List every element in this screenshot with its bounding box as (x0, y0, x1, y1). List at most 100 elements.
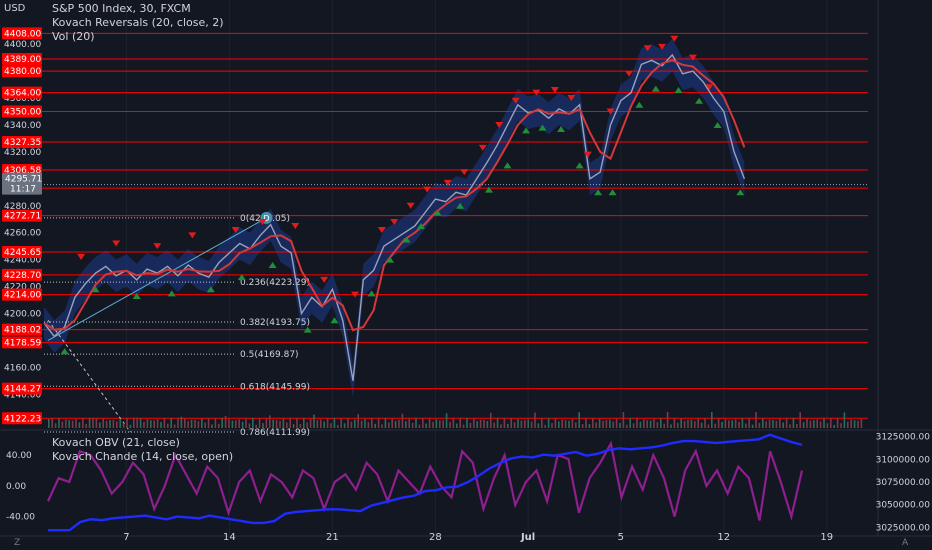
current-price-timer: 11:17 (10, 185, 36, 195)
y-tick-label: 4400.00 (4, 40, 41, 50)
volume-bar (462, 424, 465, 428)
volume-bar (452, 418, 455, 428)
volume-bar (384, 418, 387, 428)
volume-bar (126, 418, 128, 428)
chart-canvas[interactable]: 7142128Jul512194400.004380.004360.004340… (0, 0, 932, 550)
y-tick-label: 4260.00 (4, 229, 41, 239)
volume-bar (408, 418, 410, 428)
volume-bar (272, 419, 274, 428)
auto-scale-button[interactable]: A (902, 538, 909, 548)
volume-bar (541, 418, 543, 428)
volume-bar (493, 422, 495, 428)
volume-bar (255, 424, 257, 428)
volume-bar (823, 418, 825, 428)
volume-bar (612, 421, 614, 428)
volume-bar (71, 420, 74, 428)
volume-bar (813, 420, 815, 428)
indicator-kovach-chande[interactable]: Kovach Chande (14, close, open) (52, 450, 233, 463)
indicator-kovach-reversals[interactable]: Kovach Reversals (20, close, 2) (52, 16, 224, 29)
volume-bar (486, 420, 489, 428)
indicator-kovach-obv[interactable]: Kovach OBV (21, close) (52, 436, 180, 449)
volume-bar (765, 421, 767, 428)
volume-bar (636, 418, 638, 428)
volume-bar (605, 419, 608, 428)
volume-bar (394, 420, 397, 428)
volume-bar (592, 418, 594, 428)
volume-bar (177, 418, 179, 428)
volume-bar (405, 421, 407, 428)
volume-bar (456, 423, 458, 428)
volume-bar (802, 422, 805, 428)
volume-bar (163, 418, 166, 428)
level-label: 4380.00 (4, 67, 41, 77)
volume-bar (418, 424, 421, 428)
volume-bar (129, 424, 132, 428)
fib-trend-line-dashed (47, 319, 131, 433)
volume-bar (119, 418, 121, 428)
volume-bar (544, 424, 546, 428)
volume-bar (792, 418, 795, 428)
volume-bar (65, 419, 67, 428)
zoom-button[interactable]: Z (14, 538, 20, 548)
volume-bar (347, 418, 349, 428)
volume-bar (245, 418, 247, 428)
volume-bar (371, 418, 373, 428)
osc-left-tick-label: -40.00 (6, 513, 35, 523)
volume-bar (116, 421, 118, 428)
reversal-up-arrow-icon (132, 293, 141, 300)
volume-bar (700, 422, 703, 428)
volume-bar (252, 418, 254, 428)
volume-bar (194, 419, 196, 428)
volume-bar (109, 419, 111, 428)
volume-bar (585, 418, 587, 428)
volume-bar (517, 419, 519, 428)
volume-bar (143, 421, 145, 428)
volume-bar (238, 419, 240, 428)
volume-bar (306, 422, 308, 428)
indicator-volume[interactable]: Vol (20) (52, 30, 95, 43)
x-tick-label: 28 (429, 532, 442, 543)
volume-bar (483, 419, 485, 428)
volume-bar (197, 421, 200, 428)
reversal-up-arrow-icon (651, 85, 660, 92)
volume-bar (167, 423, 169, 428)
reversal-down-arrow-icon (153, 243, 162, 250)
volume-bar (221, 418, 223, 428)
volume-bar (656, 422, 659, 428)
level-label: 4327.35 (4, 138, 41, 148)
volume-bar (680, 418, 682, 428)
volume-bar (490, 412, 492, 428)
level-label: 4228.70 (4, 271, 41, 281)
volume-bar (847, 421, 849, 428)
volume-bar (551, 423, 553, 428)
reversal-down-arrow-icon (112, 240, 121, 247)
x-tick-label: 12 (717, 532, 730, 543)
volume-bar (670, 424, 672, 428)
volume-bar (816, 419, 818, 428)
volume-bar (320, 419, 322, 428)
volume-bar (843, 412, 846, 428)
volume-bar (755, 412, 757, 428)
osc-left-tick-label: 0.00 (6, 482, 26, 492)
volume-bar (449, 421, 451, 428)
volume-bar (54, 423, 57, 428)
reversal-up-arrow-icon (635, 101, 644, 108)
fib-level-label: 0.382(4193.75) (240, 318, 310, 328)
volume-bar (507, 423, 509, 428)
reversal-up-arrow-icon (674, 86, 683, 93)
volume-bar (367, 422, 370, 428)
volume-bar (830, 418, 832, 428)
volume-bar (609, 419, 611, 428)
fib-level-label: 0.618(4145.99) (240, 382, 310, 392)
volume-bar (660, 418, 662, 428)
volume-bar (61, 421, 64, 428)
reversal-down-arrow-icon (291, 222, 300, 229)
currency-label: USD (4, 3, 26, 14)
volume-bar (721, 421, 723, 428)
volume-bar (479, 419, 482, 428)
volume-bar (466, 418, 468, 428)
volume-bar (724, 419, 727, 428)
moving-average-line[interactable] (43, 59, 746, 332)
volume-bar (231, 420, 234, 428)
volume-bar (571, 418, 574, 428)
